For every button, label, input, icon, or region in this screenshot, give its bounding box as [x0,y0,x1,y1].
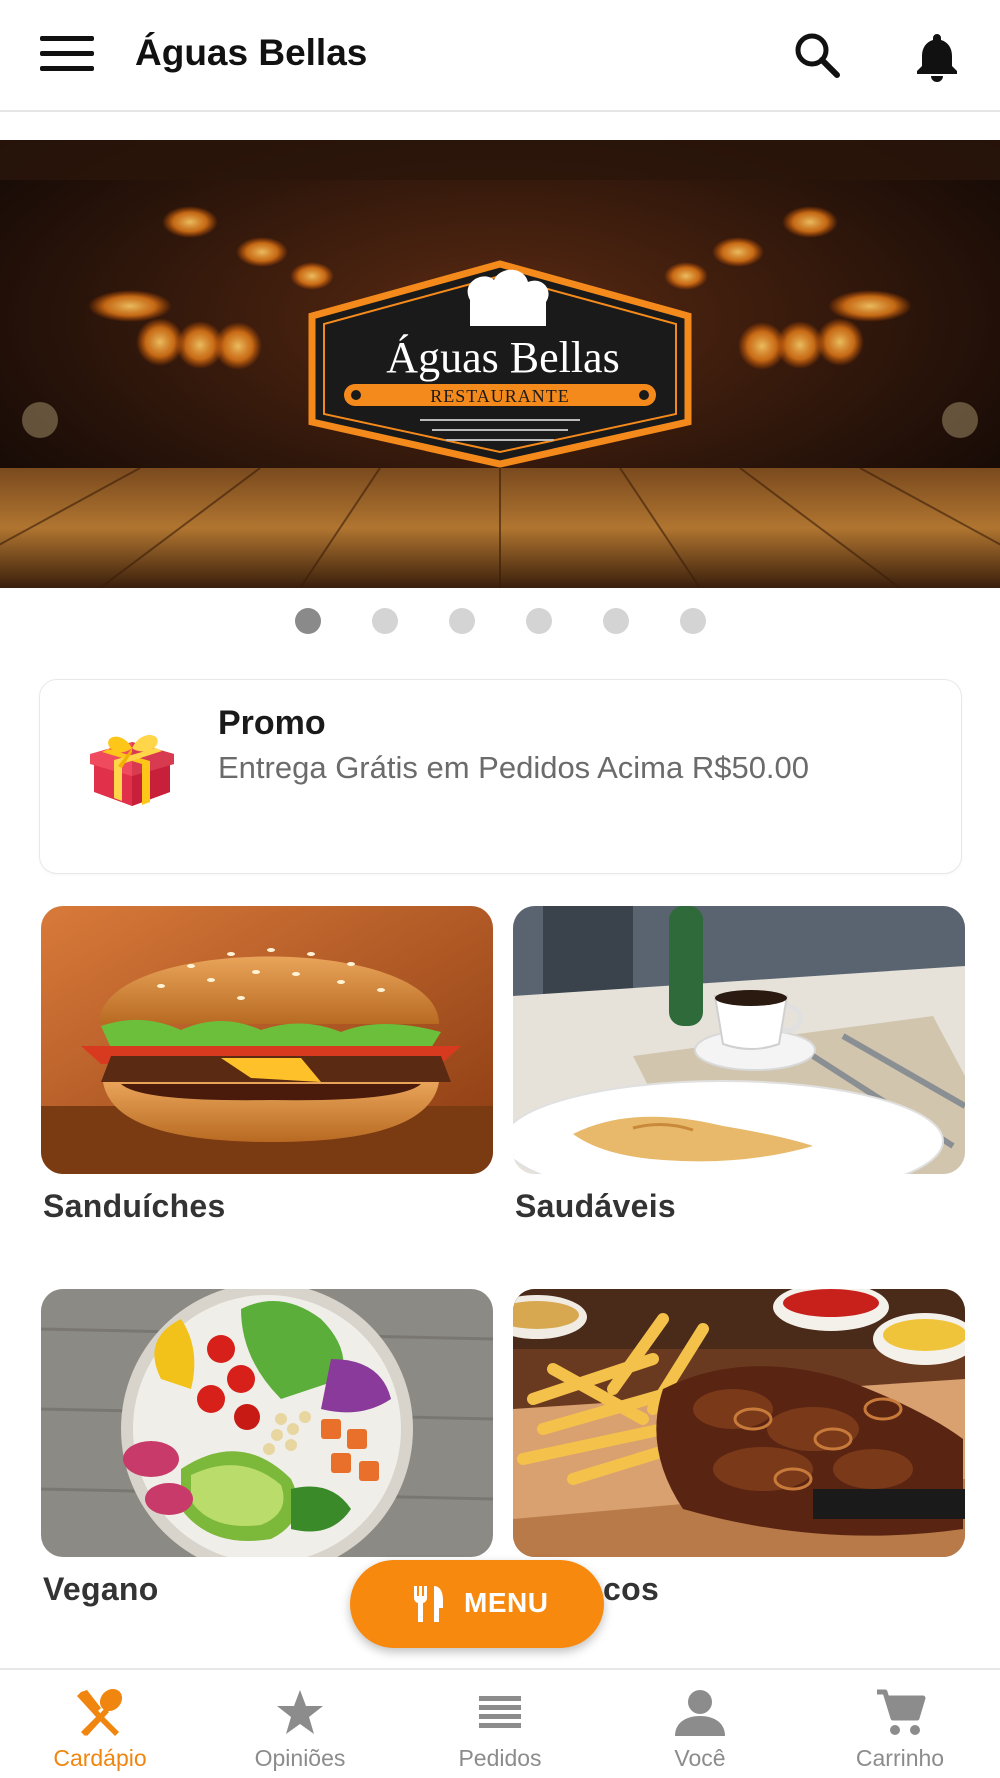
promo-title: Promo [218,704,326,742]
logo-title: Águas Bellas [386,333,619,382]
carousel-dot-2[interactable] [372,608,398,634]
nav-label: Pedidos [458,1745,542,1771]
category-label: cos [603,1571,660,1607]
nav-label: Cardápio [53,1745,147,1771]
carousel-dot-3[interactable] [449,608,475,634]
nav-item-opinioes[interactable]: Opiniões [200,1670,400,1778]
carousel-dot-4[interactable] [526,608,552,634]
nav-label: Carrinho [855,1745,945,1771]
promo-text: Entrega Grátis em Pedidos Acima R$50.00 [218,750,810,785]
gift-icon [84,718,180,814]
nav-item-voce[interactable]: Você [600,1670,800,1778]
category-image-burger [41,906,493,1174]
logo-subtitle: RESTAURANTE [430,386,570,406]
hamburger-menu-icon[interactable] [40,36,94,72]
nav-item-cardapio[interactable]: Cardápio [0,1670,200,1778]
app-title: Águas Bellas [135,32,368,73]
category-card-saudaveis[interactable]: Saudáveis [513,906,965,1224]
carousel-dot-6[interactable] [680,608,706,634]
search-icon[interactable] [790,28,844,82]
nav-item-carrinho[interactable]: Carrinho [800,1670,1000,1778]
person-icon [673,1686,727,1740]
category-image-steak-fries [513,1289,965,1557]
app-bar: Águas Bellas [0,0,1000,112]
category-card-sanduiches[interactable]: Sanduíches [41,906,493,1224]
fork-knife-icon [408,1584,448,1624]
nav-item-pedidos[interactable]: Pedidos [400,1670,600,1778]
promo-card[interactable]: Promo Entrega Grátis em Pedidos Acima R$… [39,679,962,874]
banner-carousel[interactable]: Águas Bellas RESTAURANTE [0,140,1000,588]
list-icon [473,1686,527,1740]
bell-icon[interactable] [910,28,964,82]
carousel-indicator [0,608,1000,634]
category-image-coffee-dessert [513,906,965,1174]
cart-icon [873,1686,927,1740]
bottom-navigation: Cardápio Opiniões Pedidos Você Carrinho [0,1668,1000,1778]
menu-fab-button[interactable]: MENU [350,1560,604,1648]
category-label: Sanduíches [43,1188,226,1224]
menu-fab-label: MENU [464,1587,549,1618]
category-label: Saudáveis [515,1188,677,1224]
nav-label: Opiniões [254,1745,346,1771]
nav-label: Você [674,1745,726,1771]
category-image-salad [41,1289,493,1557]
fork-spoon-icon [73,1686,127,1740]
category-card-steak[interactable]: cos [513,1289,965,1607]
star-icon [273,1686,327,1740]
category-label: Vegano [43,1571,159,1607]
carousel-dot-5[interactable] [603,608,629,634]
category-card-vegano[interactable]: Vegano [41,1289,493,1607]
carousel-dot-1[interactable] [295,608,321,634]
